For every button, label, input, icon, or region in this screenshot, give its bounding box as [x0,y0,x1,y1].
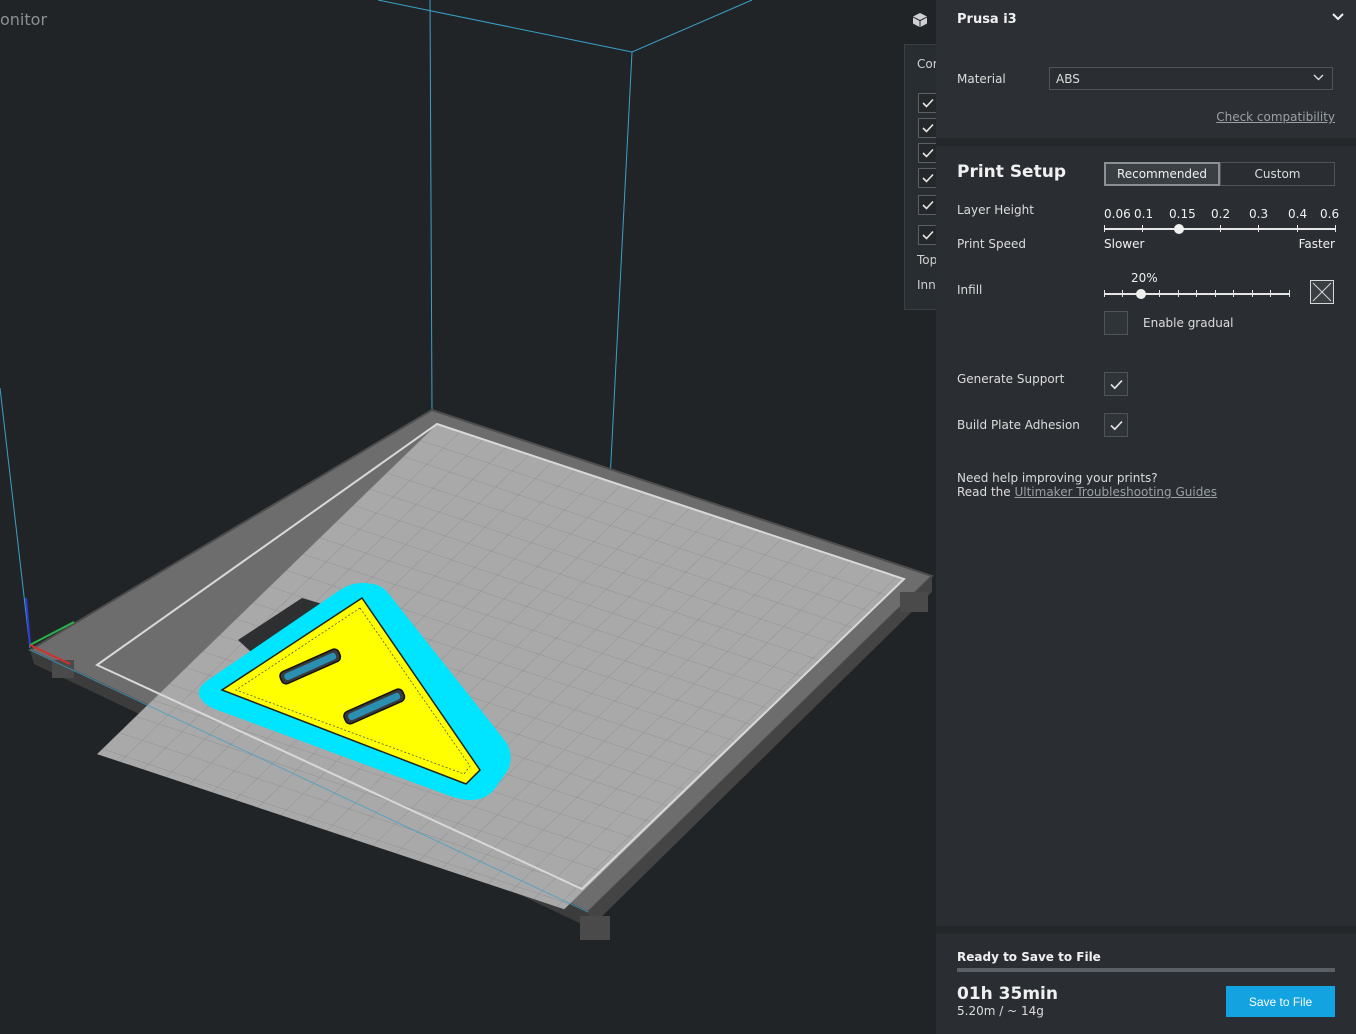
progress-bar [957,968,1335,972]
enable-gradual-checkbox[interactable] [1104,311,1128,335]
layer-checkbox[interactable] [918,143,936,163]
chevron-down-icon [1313,74,1324,81]
save-to-file-button[interactable]: Save to File [1226,986,1335,1017]
slider-tick [1220,225,1221,232]
tab-custom[interactable]: Custom [1220,162,1335,186]
layer-option-label: Top [917,253,936,267]
slider-tick [1104,225,1105,232]
layer-height-tick-label: 0.6 [1320,207,1340,221]
material-label: Material [957,72,1006,86]
layer-height-label: Layer Height [957,203,1034,217]
generate-support-checkbox[interactable] [1104,372,1128,396]
slider-tick [1297,225,1298,232]
view-cube-icon[interactable] [912,12,928,28]
plate-foot [580,916,610,940]
layer-checkbox[interactable] [918,118,936,138]
speed-faster-label: Faster [1298,237,1335,251]
help-text: Need help improving your prints? [957,471,1158,485]
help-text-line2: Read the Ultimaker Troubleshooting Guide… [957,485,1217,499]
layer-height-tick-label: 0.06 [1104,207,1131,221]
slider-tick [1215,290,1216,297]
stage-tab-monitor[interactable]: onitor [0,10,47,29]
build-scene[interactable] [0,0,936,1034]
infill-pattern-icon [1310,280,1334,304]
layer-height-tick-label: 0.4 [1288,207,1308,221]
layer-height-handle[interactable] [1174,224,1184,234]
layer-view-panel: Cor Top Inn [904,44,936,310]
check-icon [1110,420,1123,431]
layer-checkbox[interactable] [918,195,936,215]
slider-tick [1159,290,1160,297]
layer-height-tick-label: 0.1 [1134,207,1154,221]
material-value: ABS [1056,72,1080,86]
speed-slower-label: Slower [1104,237,1145,251]
3d-viewport[interactable]: onitor Cor Top Inn [0,0,936,1034]
slider-tick [1335,225,1336,232]
layer-checkbox[interactable] [918,93,936,113]
chevron-down-icon[interactable] [1332,13,1344,21]
layer-checkbox[interactable] [918,168,936,188]
slider-tick [1104,290,1105,297]
layer-height-tick-label: 0.2 [1211,207,1231,221]
material-estimate: 5.20m / ~ 14g [957,1004,1044,1018]
infill-track [1104,293,1290,295]
slider-tick [1142,225,1143,232]
progress-fill [957,968,1335,972]
tab-recommended[interactable]: Recommended [1104,162,1220,186]
slider-tick [1233,290,1234,297]
printer-section: Prusa i3 Material ABS Check compatibilit… [936,0,1356,138]
slider-tick [1258,225,1259,232]
layer-option-label: Inn [917,278,936,292]
infill-value: 20% [1131,271,1158,285]
slider-tick [1289,290,1290,297]
layer-height-tick-label: 0.3 [1249,207,1269,221]
printer-selector[interactable]: Prusa i3 [957,12,1017,27]
print-setup-title: Print Setup [957,162,1066,182]
slider-tick [1252,290,1253,297]
infill-label: Infill [957,283,983,297]
slider-tick [1270,290,1271,297]
print-time: 01h 35min [957,984,1058,1004]
troubleshooting-guides-link[interactable]: Ultimaker Troubleshooting Guides [1014,485,1216,499]
section-divider [936,926,1356,934]
slider-tick [1178,290,1179,297]
generate-support-label: Generate Support [957,372,1065,386]
print-speed-label: Print Speed [957,237,1027,251]
help-prefix: Read the [957,485,1015,499]
infill-handle[interactable] [1136,289,1147,299]
layer-checkbox[interactable] [918,225,936,245]
build-plate-grid [96,424,905,910]
check-icon [1110,379,1123,390]
material-dropdown[interactable]: ABS [1049,67,1333,90]
layer-height-tick-label: 0.15 [1169,207,1196,221]
job-status: Ready to Save to File [957,950,1101,964]
build-plate-adhesion-checkbox[interactable] [1104,413,1128,437]
slider-tick [1122,290,1123,297]
settings-sidebar: Prusa i3 Material ABS Check compatibilit… [936,0,1356,1034]
enable-gradual-label: Enable gradual [1143,316,1234,330]
slider-tick [1196,290,1197,297]
check-compatibility-link[interactable]: Check compatibility [1216,110,1335,124]
build-plate-adhesion-label: Build Plate Adhesion [957,418,1080,432]
layer-panel-title: Cor [917,57,936,71]
plate-foot [900,592,928,612]
section-divider [936,138,1356,146]
